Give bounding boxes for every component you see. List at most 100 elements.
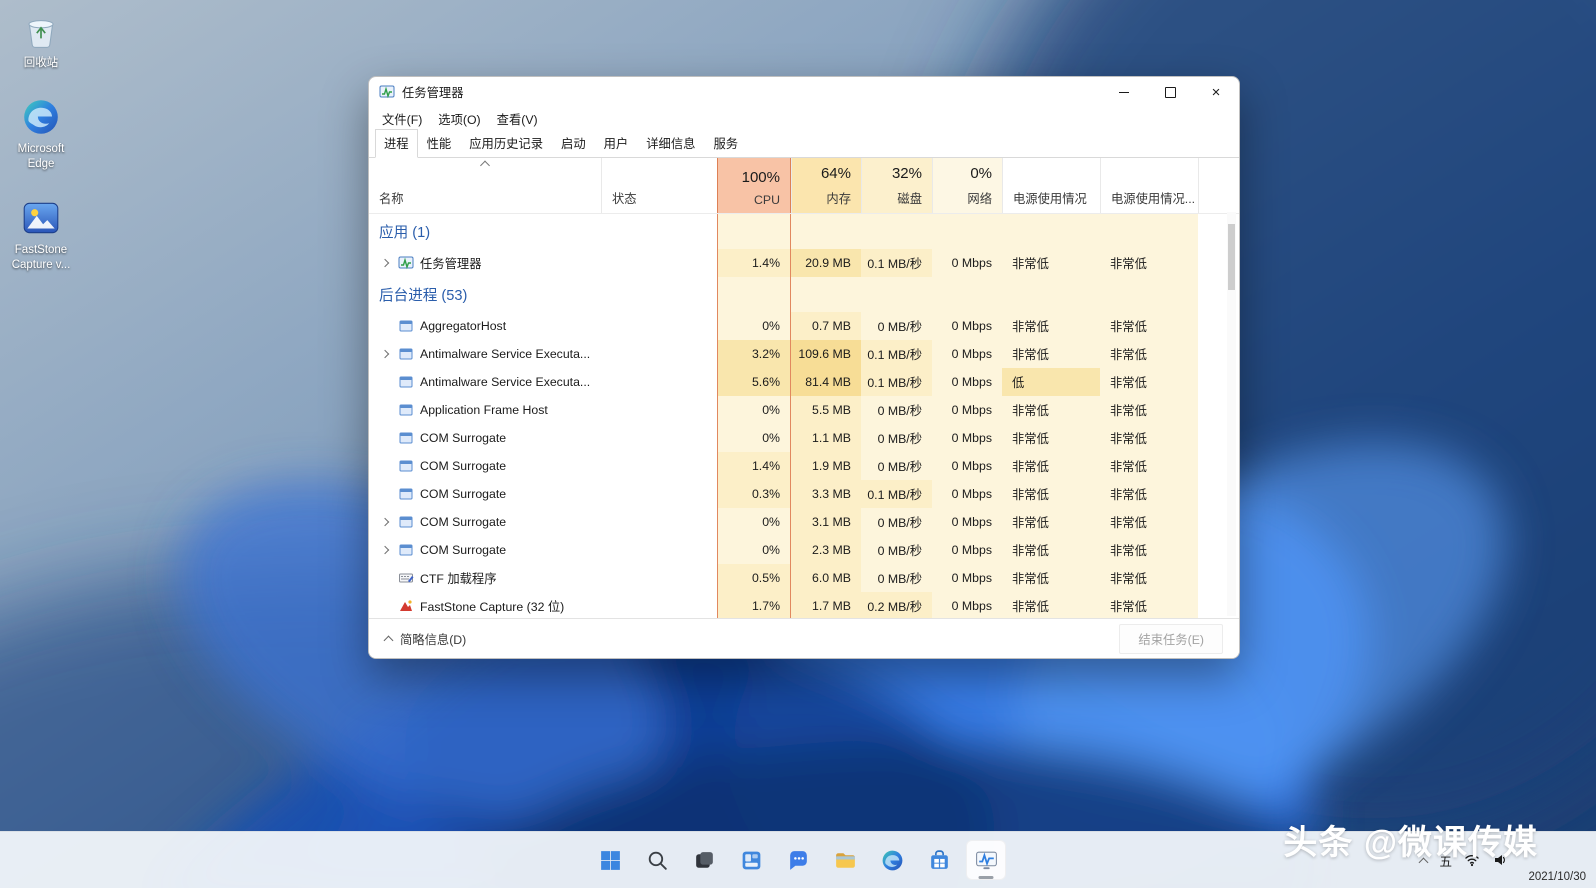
tab-startup[interactable]: 启动 [552, 129, 595, 158]
net-cell [932, 277, 1002, 312]
power_trend-cell [1100, 277, 1198, 312]
mem-cell: 81.4 MB [791, 368, 861, 396]
mem-cell: 1.9 MB [791, 452, 861, 480]
process-row[interactable]: COM Surrogate 1.4% 1.9 MB 0 MB/秒 0 Mbps 非常低 非常… [369, 452, 1239, 480]
task-view-button[interactable] [684, 840, 724, 880]
chevron-right-icon [380, 545, 389, 555]
power-cell: 非常低 [1002, 536, 1100, 564]
desktop-icon-label: FastStone Capture v... [11, 244, 71, 271]
disk-cell: 0 MB/秒 [861, 536, 932, 564]
store-button[interactable] [919, 840, 959, 880]
power-cell: 非常低 [1002, 340, 1100, 368]
vertical-scrollbar[interactable] [1227, 212, 1236, 616]
disk-cell [861, 277, 932, 312]
menu-bar: 文件(F) 选项(O) 查看(V) [369, 107, 1239, 131]
process-row[interactable]: COM Surrogate 0% 3.1 MB 0 MB/秒 0 Mbps 非常低 非常低 [369, 508, 1239, 536]
process-row[interactable]: COM Surrogate 0% 1.1 MB 0 MB/秒 0 Mbps 非常低 非常低 [369, 424, 1239, 452]
search-button[interactable] [637, 840, 677, 880]
power_trend-cell: 非常低 [1100, 249, 1198, 277]
power_trend-cell: 非常低 [1100, 592, 1198, 620]
process-row[interactable]: Application Frame Host 0% 5.5 MB 0 MB/秒 0 Mb… [369, 396, 1239, 424]
desktop-icon-faststone[interactable]: FastStone Capture v... [2, 197, 80, 272]
widgets-button[interactable] [731, 840, 771, 880]
status-cell [601, 396, 717, 424]
net-cell: 0 Mbps [932, 564, 1002, 592]
cpu-cell: 1.4% [717, 452, 791, 480]
net-cell: 0 Mbps [932, 536, 1002, 564]
edge-button[interactable] [872, 840, 912, 880]
desktop-icon-edge[interactable]: Microsoft Edge [2, 96, 80, 171]
process-row[interactable]: FastStone Capture (32 位) 1.7% 1.7 MB 0.2 MB… [369, 592, 1239, 620]
process-row[interactable]: Antimalware Service Executa... 3.2% 109.6 … [369, 340, 1239, 368]
sort-ascending-icon [480, 160, 490, 171]
start-button[interactable] [590, 840, 630, 880]
tab-details[interactable]: 详细信息 [637, 129, 704, 158]
column-header-memory[interactable]: 64% 内存 [791, 158, 861, 213]
process-row[interactable]: Antimalware Service Executa... 5.6% 81.4 M… [369, 368, 1239, 396]
title-bar[interactable]: 任务管理器 × [369, 77, 1239, 107]
power-cell [1002, 214, 1100, 249]
disk-cell: 0.1 MB/秒 [861, 249, 932, 277]
process-row[interactable]: COM Surrogate 0% 2.3 MB 0 MB/秒 0 Mbps 非常低 非常低 [369, 536, 1239, 564]
menu-view[interactable]: 查看(V) [489, 107, 546, 131]
power-cell: 非常低 [1002, 508, 1100, 536]
net-cell [932, 214, 1002, 249]
window-title: 任务管理器 [402, 86, 464, 100]
process-row[interactable]: CTF 加载程序 0.5% 6.0 MB 0 MB/秒 0 Mbps 非常低 非常低 [369, 564, 1239, 592]
process-name: AggregatorHost [420, 319, 507, 333]
tab-processes[interactable]: 进程 [375, 129, 418, 158]
desktop-icon-recycle-bin[interactable]: 回收站 [2, 10, 80, 70]
desktop-icon-label: Microsoft Edge [17, 143, 65, 170]
expand-toggle[interactable] [377, 258, 392, 268]
scrollbar-thumb[interactable] [1228, 224, 1235, 290]
menu-file[interactable]: 文件(F) [374, 107, 430, 131]
expand-toggle[interactable] [377, 517, 392, 527]
maximize-button[interactable] [1147, 77, 1193, 107]
chat-button[interactable] [778, 840, 818, 880]
net-cell: 0 Mbps [932, 249, 1002, 277]
status-cell [601, 452, 717, 480]
power-cell: 低 [1002, 368, 1100, 396]
power-cell: 非常低 [1002, 564, 1100, 592]
column-header-status[interactable]: 状态 [601, 158, 717, 213]
column-header-disk[interactable]: 32% 磁盘 [861, 158, 932, 213]
column-header-power-trend[interactable]: 电源使用情况... [1100, 158, 1198, 213]
chevron-right-icon [380, 349, 389, 359]
column-header-cpu[interactable]: 100% CPU [717, 158, 791, 213]
file-explorer-button[interactable] [825, 840, 865, 880]
tab-performance[interactable]: 性能 [418, 129, 461, 158]
group-name-cell: 应用 (1) [369, 214, 601, 249]
status-cell [601, 214, 717, 249]
expand-toggle[interactable] [377, 545, 392, 555]
cpu-cell: 0% [717, 536, 791, 564]
column-header-network[interactable]: 0% 网络 [932, 158, 1002, 213]
expand-toggle[interactable] [377, 349, 392, 359]
process-row[interactable]: AggregatorHost 0% 0.7 MB 0 MB/秒 0 Mbps 非常低 非常低 [369, 312, 1239, 340]
menu-options[interactable]: 选项(O) [430, 107, 488, 131]
watermark-text: 头条 @微课传媒 [1283, 824, 1538, 862]
minimize-button[interactable] [1101, 77, 1147, 107]
cpu-cell: 0.5% [717, 564, 791, 592]
tab-users[interactable]: 用户 [595, 129, 638, 158]
tab-bar: 进程 性能 应用历史记录 启动 用户 详细信息 服务 [369, 129, 1239, 158]
details-toggle[interactable]: 简略信息(D) [383, 630, 466, 648]
process-group-header[interactable]: 后台进程 (53) [369, 277, 1239, 312]
process-group-header[interactable]: 应用 (1) [369, 214, 1239, 249]
task-manager-button[interactable] [966, 840, 1006, 880]
column-header-name[interactable]: 名称 [369, 158, 601, 213]
process-row[interactable]: COM Surrogate 0.3% 3.3 MB 0.1 MB/秒 0 Mbps 非常低… [369, 480, 1239, 508]
window-controls: × [1101, 77, 1239, 107]
process-row[interactable]: 任务管理器 1.4% 20.9 MB 0.1 MB/秒 0 Mbps 非常低 非常低 [369, 249, 1239, 277]
task-manager-icon [398, 255, 414, 271]
tab-app-history[interactable]: 应用历史记录 [460, 129, 552, 158]
group-name-cell: 后台进程 (53) [369, 277, 601, 312]
tab-services[interactable]: 服务 [704, 129, 747, 158]
end-task-button[interactable]: 结束任务(E) [1119, 623, 1223, 654]
column-header-power[interactable]: 电源使用情况 [1002, 158, 1100, 213]
power-cell [1002, 277, 1100, 312]
power_trend-cell: 非常低 [1100, 508, 1198, 536]
mem-cell: 3.1 MB [791, 508, 861, 536]
close-icon: × [1211, 83, 1221, 101]
close-button[interactable]: × [1193, 77, 1239, 107]
mem-cell: 1.1 MB [791, 424, 861, 452]
